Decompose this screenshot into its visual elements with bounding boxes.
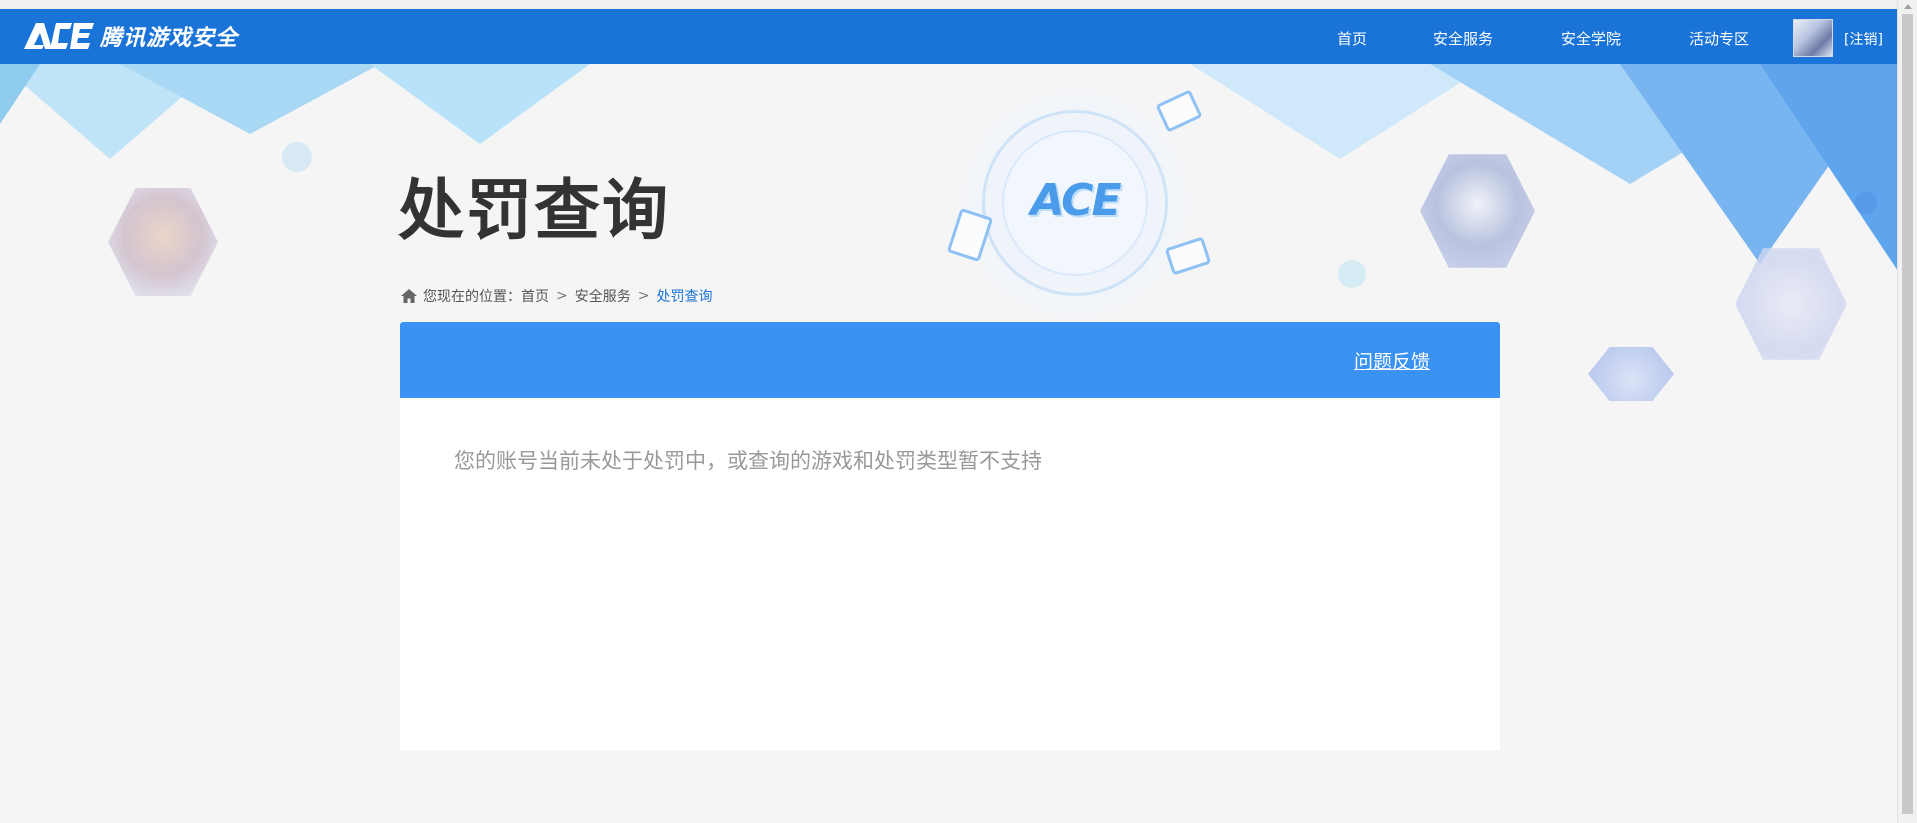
scrollbar-thumb[interactable] <box>1902 14 1913 814</box>
banner-triangle <box>370 64 590 144</box>
feedback-link[interactable]: 问题反馈 <box>1354 347 1430 374</box>
logout-link[interactable]: [注销] <box>1844 29 1883 49</box>
top-navigation-bar: 腾讯游戏安全 首页 安全服务 安全学院 活动专区 [注销] <box>0 9 1897 64</box>
banner-triangle <box>120 64 380 134</box>
banner-triangle <box>0 64 40 124</box>
result-card: 问题反馈 您的账号当前未处于处罚中，或查询的游戏和处罚类型暂不支持 <box>400 322 1500 750</box>
nav-item-home[interactable]: 首页 <box>1337 28 1367 49</box>
site-logo[interactable]: 腾讯游戏安全 <box>22 19 238 53</box>
logo-text: 腾讯游戏安全 <box>100 26 239 51</box>
banner-dot <box>1855 192 1877 214</box>
result-card-header: 问题反馈 <box>400 322 1500 398</box>
nav-item-security-services[interactable]: 安全服务 <box>1433 28 1493 49</box>
page-title: 处罚查询 <box>398 172 670 249</box>
emblem-logo: ACE <box>1030 174 1121 226</box>
scroll-up-icon[interactable] <box>1904 4 1912 9</box>
breadcrumb-current: 处罚查询 <box>656 289 713 305</box>
breadcrumb-prefix: 您现在的位置： <box>423 289 521 305</box>
ace-logo-icon <box>24 23 94 49</box>
banner-triangle <box>1760 64 1897 274</box>
breadcrumb: 您现在的位置： 首页 > 安全服务 > 处罚查询 <box>400 286 712 306</box>
window-top-strip <box>0 0 1917 9</box>
nav-item-events[interactable]: 活动专区 <box>1689 28 1749 49</box>
avatar[interactable] <box>1793 19 1833 57</box>
vertical-scrollbar[interactable] <box>1897 0 1917 823</box>
breadcrumb-item-home[interactable]: 首页 <box>521 286 549 306</box>
character-hexagon <box>108 188 218 296</box>
character-hexagon <box>1588 347 1674 401</box>
breadcrumb-item-security-services[interactable]: 安全服务 <box>575 286 631 306</box>
breadcrumb-separator: > <box>637 288 650 304</box>
home-icon <box>401 289 417 303</box>
breadcrumb-separator: > <box>556 288 568 304</box>
banner-dot <box>1338 260 1366 288</box>
nav-item-security-academy[interactable]: 安全学院 <box>1561 28 1621 49</box>
banner-dot <box>282 142 312 172</box>
result-message: 您的账号当前未处于处罚中，或查询的游戏和处罚类型暂不支持 <box>454 449 1042 473</box>
